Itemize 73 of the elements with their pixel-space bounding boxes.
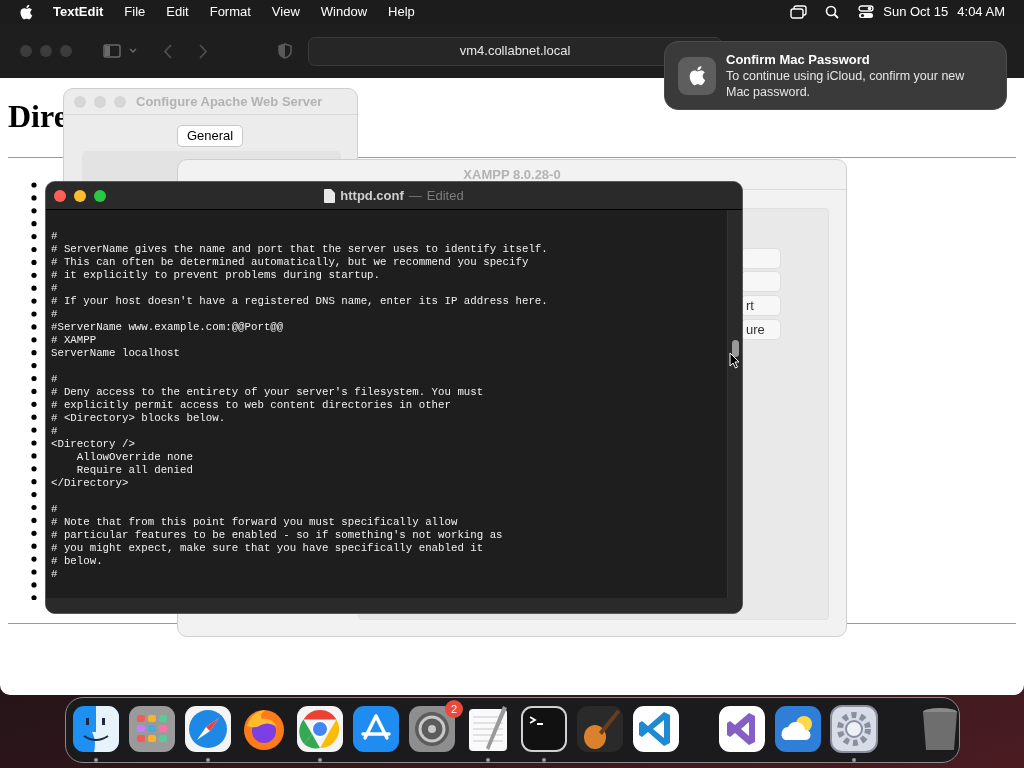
edited-status: Edited [426,186,464,205]
code-line: # [51,373,58,386]
gear-icon[interactable] [829,704,879,754]
code-line: # If your host doesn't have a registered DNS name, enter its IP address here. [51,295,548,308]
code-line: # [51,425,58,438]
panel-button[interactable] [741,248,781,269]
code-line: # XAMPP [51,334,97,347]
code-line: # you might expect, make sure that you have specifically enabled it [51,542,484,555]
sun-cloud-icon[interactable] [773,704,823,754]
panel-button[interactable]: rt [741,295,781,316]
code-line: # it explicitly to prevent problems during startup. [51,269,380,282]
code-line: # Note that from this point forward you must specifically allow [51,516,458,529]
code-line: #ServerName www.example.com:@@Port@@ [51,321,284,334]
title-separator: — [408,186,422,205]
notification-title: Confirm Mac Password [726,51,871,68]
minimize-button[interactable] [74,189,86,202]
menu-item[interactable]: File [124,2,146,22]
window-title: httpd.conf [340,186,404,205]
terminal-icon[interactable] [519,704,569,754]
app-menu[interactable]: TextEdit [53,2,104,22]
code-line: AllowOverride none [75,451,193,464]
menu-item[interactable]: View [271,2,300,22]
menu-bar-time[interactable]: 4:04 AM [957,2,1005,22]
infinity-logo-icon[interactable] [717,704,767,754]
code-line: Require all denied [75,464,193,477]
search-icon[interactable] [825,5,840,19]
panel-button[interactable]: ure [741,319,781,340]
compass-icon[interactable] [183,704,233,754]
menu-item[interactable]: Format [209,2,251,22]
shield-icon[interactable] [278,43,292,59]
document-icon [324,188,336,203]
notification-message: To continue using iCloud, confirm your new Mac password. [726,67,966,100]
scrollbar[interactable] [727,210,742,598]
menu-item[interactable]: Help [388,2,415,22]
menu-item[interactable]: Edit [166,2,189,22]
notification-badge: 2 [445,700,463,718]
code-line: # [51,568,58,581]
code-line: # explicitly permit access to web content directories in other [51,399,451,412]
app-store-icon[interactable] [351,704,401,754]
code-line: # [51,503,58,516]
tab-button[interactable]: General [177,125,243,147]
windows-icon[interactable] [790,5,808,19]
code-line: # below. [51,555,103,568]
chevron-down-icon[interactable] [129,48,137,54]
app-grid-icon[interactable] [127,704,177,754]
code-line: # Deny access to the entirety of your server's filesystem. You must [51,386,484,399]
guitar-icon[interactable] [575,704,625,754]
code-line: # [51,230,58,243]
code-line: # [51,308,58,321]
code-line: # <Directory> blocks below. [51,412,226,425]
close-button[interactable] [54,189,66,202]
code-line: # particular features to be enabled - so if something's not working as [51,529,503,542]
panel-button[interactable] [741,271,781,292]
code-line: # This can often be determined automatically, but we recommend you specify [51,256,529,269]
notification-banner[interactable]: Confirm Mac Password To continue using iCloud, confirm your new Mac password. [664,41,1007,110]
menu-item[interactable]: Window [320,2,368,22]
code-editor-icon[interactable] [631,704,681,754]
code-line: ServerName localhost [51,347,181,360]
smiling-face-tile-icon[interactable] [71,704,121,754]
zoom-button[interactable] [94,189,106,202]
toggles-icon[interactable] [858,5,875,19]
code-line: </Directory> [51,477,129,490]
code-line: <Directory /> [51,438,135,451]
sidebar-icon[interactable] [103,44,121,58]
mouse-pointer-icon [729,352,740,369]
window-title: Configure Apache Web Server [136,92,323,111]
window-title: XAMPP 8.0.28-0 [463,165,561,184]
gear-icon[interactable] [407,704,457,754]
apple-logo-icon [678,56,716,95]
code-line: # ServerName gives the name and port that the server uses to identify itself. [51,243,548,256]
code-line: # [51,282,58,295]
menu-bar-date[interactable]: Sun Oct 15 [883,2,949,22]
apple-icon [19,4,33,20]
